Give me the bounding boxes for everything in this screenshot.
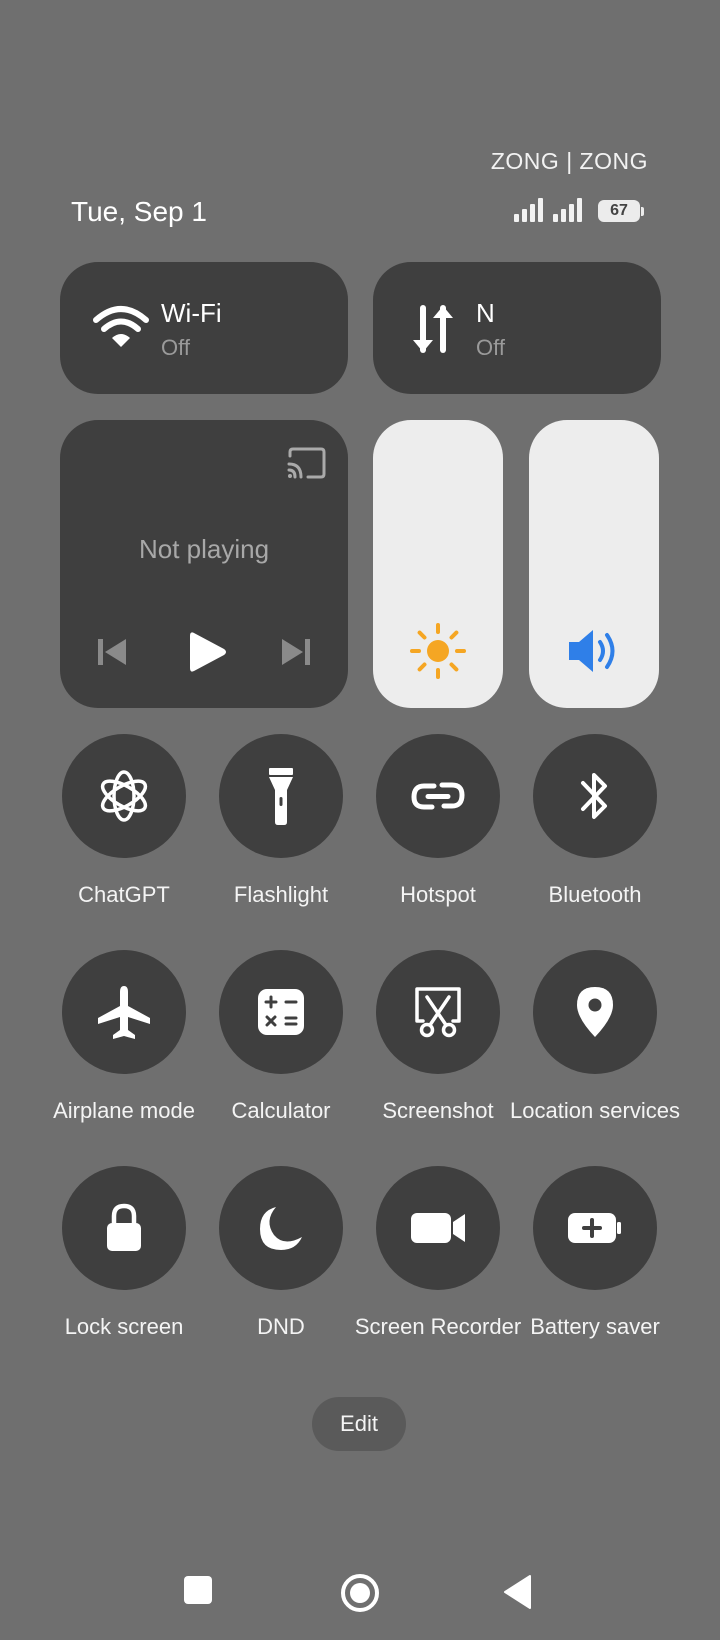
bluetooth-icon bbox=[581, 773, 607, 819]
tile-bluetooth[interactable]: Bluetooth bbox=[517, 734, 673, 907]
data-transfer-icon bbox=[413, 305, 453, 353]
flashlight-icon bbox=[269, 768, 293, 825]
data-title: N bbox=[476, 298, 495, 328]
back-icon bbox=[504, 1575, 531, 1609]
wifi-tile[interactable]: Wi-Fi Off bbox=[60, 262, 348, 394]
volume-slider[interactable] bbox=[529, 420, 659, 708]
tile-label: Screenshot bbox=[382, 1097, 494, 1123]
tile-label: Lock screen bbox=[64, 1313, 184, 1339]
media-player: Not playing bbox=[60, 420, 348, 708]
wifi-icon bbox=[93, 306, 149, 347]
media-status: Not playing bbox=[138, 534, 270, 564]
next-icon[interactable] bbox=[280, 636, 312, 668]
screenshot-icon bbox=[415, 987, 461, 1038]
chatgpt-button[interactable] bbox=[62, 734, 186, 858]
video-camera-icon bbox=[411, 1213, 465, 1243]
tile-flashlight[interactable]: Flashlight bbox=[203, 734, 359, 907]
sun-icon bbox=[410, 623, 466, 679]
tile-label: Bluetooth bbox=[548, 881, 642, 907]
location-button[interactable] bbox=[533, 950, 657, 1074]
battery-level: 67 bbox=[598, 200, 640, 222]
tile-label: Flashlight bbox=[233, 881, 329, 907]
speaker-icon bbox=[569, 630, 615, 672]
signal-icon bbox=[514, 198, 543, 222]
battery-saver-icon bbox=[568, 1213, 621, 1243]
wifi-title: Wi-Fi bbox=[161, 298, 222, 328]
back-button[interactable] bbox=[502, 1574, 532, 1610]
tile-label: Battery saver bbox=[530, 1313, 660, 1339]
screenshot-button[interactable] bbox=[376, 950, 500, 1074]
signal-icon bbox=[553, 198, 582, 222]
hotspot-button[interactable] bbox=[376, 734, 500, 858]
calculator-button[interactable] bbox=[219, 950, 343, 1074]
airplane-button[interactable] bbox=[62, 950, 186, 1074]
tile-label: Screen Recorder bbox=[354, 1313, 522, 1339]
tile-label: ChatGPT bbox=[78, 881, 170, 907]
tile-label: Location services bbox=[510, 1097, 680, 1123]
home-button[interactable] bbox=[339, 1572, 381, 1614]
play-icon[interactable] bbox=[188, 629, 228, 675]
calculator-icon bbox=[258, 989, 304, 1035]
carrier-name: ZONG | ZONG bbox=[490, 148, 648, 174]
tile-calculator[interactable]: Calculator bbox=[203, 950, 359, 1123]
recents-button[interactable] bbox=[182, 1574, 214, 1606]
flashlight-button[interactable] bbox=[219, 734, 343, 858]
previous-icon[interactable] bbox=[96, 636, 128, 668]
tile-hotspot[interactable]: Hotspot bbox=[360, 734, 516, 907]
tile-label: Airplane mode bbox=[53, 1097, 195, 1123]
hotspot-icon bbox=[411, 782, 465, 810]
tile-screen-recorder[interactable]: Screen Recorder bbox=[355, 1166, 521, 1339]
brightness-slider[interactable] bbox=[373, 420, 503, 708]
tile-label: DND bbox=[257, 1313, 305, 1339]
status-icons: 67 bbox=[514, 198, 644, 222]
moon-icon bbox=[260, 1207, 302, 1250]
screen-recorder-button[interactable] bbox=[376, 1166, 500, 1290]
recents-icon bbox=[184, 1576, 212, 1604]
mobile-data-tile[interactable]: N Off bbox=[373, 262, 661, 394]
tile-screenshot[interactable]: Screenshot bbox=[360, 950, 516, 1123]
battery-saver-button[interactable] bbox=[533, 1166, 657, 1290]
edit-button[interactable]: Edit bbox=[312, 1397, 406, 1451]
lock-icon bbox=[107, 1203, 141, 1251]
cast-icon[interactable] bbox=[286, 446, 326, 480]
airplane-icon bbox=[98, 986, 150, 1039]
tile-location-services[interactable]: Location services bbox=[510, 950, 680, 1123]
tile-airplane-mode[interactable]: Airplane mode bbox=[46, 950, 202, 1123]
lock-button[interactable] bbox=[62, 1166, 186, 1290]
chatgpt-icon bbox=[100, 770, 148, 822]
tile-label: Hotspot bbox=[400, 881, 476, 907]
dnd-button[interactable] bbox=[219, 1166, 343, 1290]
home-icon bbox=[341, 1574, 379, 1612]
data-state: Off bbox=[476, 335, 505, 360]
tile-chatgpt[interactable]: ChatGPT bbox=[46, 734, 202, 907]
tile-label: Calculator bbox=[231, 1097, 331, 1123]
tile-battery-saver[interactable]: Battery saver bbox=[517, 1166, 673, 1339]
wifi-state: Off bbox=[161, 335, 190, 360]
tile-lock-screen[interactable]: Lock screen bbox=[46, 1166, 202, 1339]
date-label: Tue, Sep 1 bbox=[71, 196, 207, 227]
tile-dnd[interactable]: DND bbox=[203, 1166, 359, 1339]
battery-icon: 67 bbox=[598, 200, 644, 222]
bluetooth-button[interactable] bbox=[533, 734, 657, 858]
location-icon bbox=[577, 987, 613, 1037]
